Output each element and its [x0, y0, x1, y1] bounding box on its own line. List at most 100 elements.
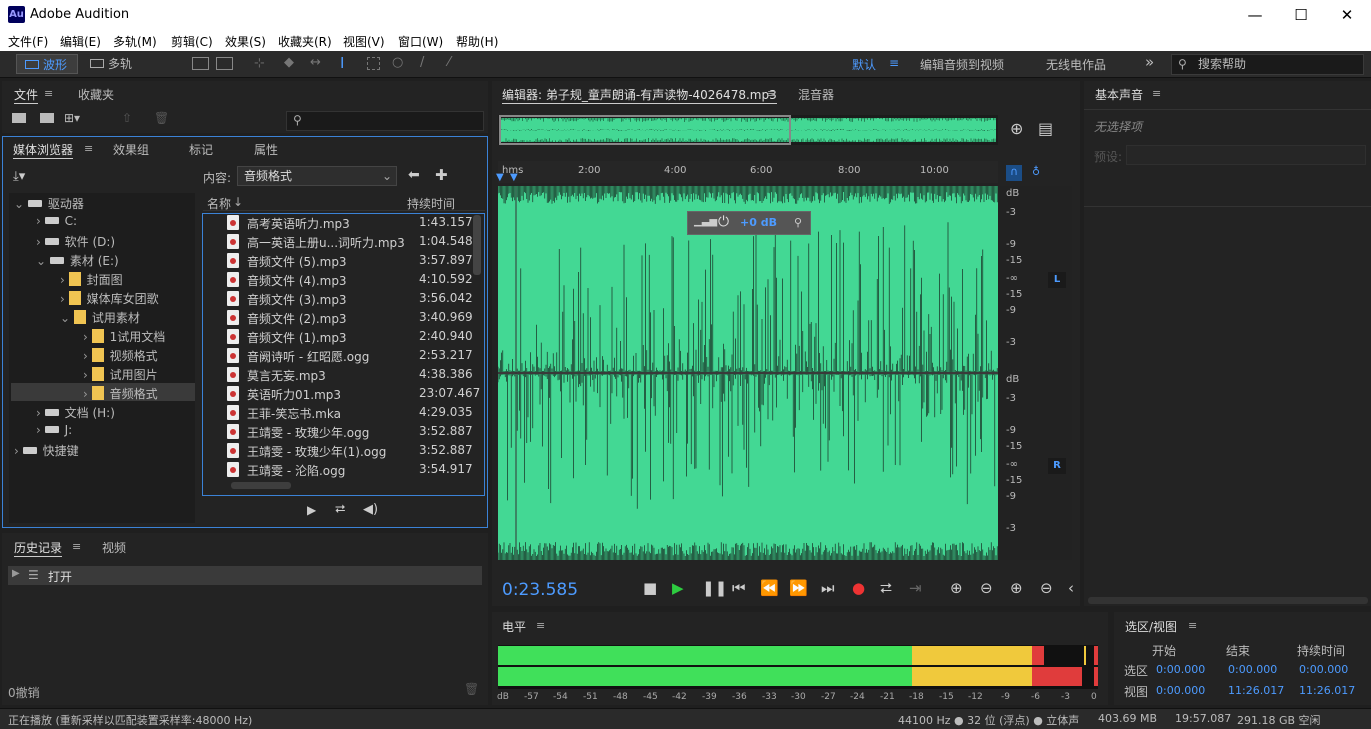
minimize-button[interactable]: — [1232, 0, 1278, 31]
file-row[interactable]: 王靖雯 - 沦陷.ogg 3:54.917 [203, 460, 473, 479]
insert-icon[interactable]: ⇧ [122, 111, 132, 125]
time-ruler[interactable]: hms 2:00 4:00 6:00 8:00 10:00 [498, 161, 998, 183]
file-row[interactable]: 莫言无妄.mp3 4:38.386 [203, 365, 473, 384]
import-file-icon[interactable] [40, 113, 54, 123]
tab-files[interactable]: 文件 [14, 86, 39, 104]
zoom-in-time-icon[interactable]: ⊕ [1010, 579, 1023, 597]
file-row[interactable]: 音频文件 (4).mp3 4:10.592 [203, 270, 473, 289]
workspace-default[interactable]: 默认 [852, 56, 876, 73]
tab-favorites[interactable]: 收藏夹 [78, 86, 114, 103]
essential-sound-menu-icon[interactable]: ≡ [1152, 87, 1161, 100]
channel-left-toggle[interactable]: L [1048, 272, 1066, 288]
move-tool-icon[interactable]: ⊹ [254, 56, 265, 71]
lasso-tool-icon[interactable]: ○ [392, 55, 403, 70]
tree-item-docs[interactable]: › 1试用文档 [83, 328, 165, 345]
tab-history[interactable]: 历史记录 [14, 539, 63, 557]
go-to-start-button[interactable]: ⏮ [732, 579, 746, 597]
back-arrow-icon[interactable]: ⬅ [408, 167, 420, 183]
content-dropdown[interactable]: 音频格式 ⌄ [237, 166, 397, 186]
tree-item-j[interactable]: › J: [36, 423, 72, 437]
tree-item-c[interactable]: › C: [36, 214, 77, 228]
close-button[interactable]: ✕ [1324, 0, 1370, 31]
record-button[interactable]: ● [852, 579, 865, 597]
selection-end-value[interactable]: 0:00.000 [1228, 663, 1277, 676]
current-time-display[interactable]: 0:23.585 [502, 580, 578, 600]
overview-layout-icon[interactable]: ▤ [1038, 119, 1053, 138]
tree-item-shortcuts[interactable]: › 快捷键 [14, 442, 79, 459]
tab-video[interactable]: 视频 [102, 539, 126, 556]
file-row[interactable]: 音频文件 (3).mp3 3:56.042 [203, 289, 473, 308]
tree-item-trial[interactable]: ⌄ 试用素材 [60, 309, 140, 326]
tab-mixer[interactable]: 混音器 [798, 86, 834, 103]
razor-tool-icon[interactable]: ◆ [284, 55, 294, 70]
file-row[interactable]: 王靖雯 - 玫瑰少年(1).ogg 3:52.887 [203, 441, 473, 460]
tree-item-cover[interactable]: › 封面图 [60, 271, 123, 288]
menu-effects[interactable]: 效果(S) [225, 33, 266, 50]
selection-duration-value[interactable]: 0:00.000 [1299, 663, 1348, 676]
preset-dropdown[interactable] [1126, 145, 1366, 165]
panel-scrollbar[interactable] [1088, 597, 1368, 604]
selection-start-value[interactable]: 0:00.000 [1156, 663, 1205, 676]
time-selection-tool-icon[interactable]: I [340, 54, 344, 72]
selection-menu-icon[interactable]: ≡ [1188, 619, 1197, 632]
playhead-marker-icon[interactable]: ▼ [496, 172, 504, 183]
slip-tool-icon[interactable]: ↔ [310, 55, 321, 70]
menu-view[interactable]: 视图(V) [343, 33, 385, 50]
add-shortcut-icon[interactable]: ✚ [435, 166, 448, 184]
tree-item-d[interactable]: › 软件 (D:) [36, 233, 115, 250]
view-start-value[interactable]: 0:00.000 [1156, 684, 1205, 697]
file-row[interactable]: 音频文件 (2).mp3 3:40.969 [203, 308, 473, 327]
channel-right-toggle[interactable]: R [1048, 458, 1066, 474]
spectral-display-icon[interactable] [192, 57, 209, 70]
tree-item-audio[interactable]: › 音频格式 [83, 385, 158, 402]
file-row[interactable]: 音频文件 (5).mp3 3:57.897 [203, 251, 473, 270]
tree-item-drives[interactable]: ⌄ 驱动器 [14, 195, 84, 212]
menu-edit[interactable]: 编辑(E) [60, 33, 101, 50]
file-row[interactable]: 高一英语上册u...词听力.mp3 1:04.548 [203, 232, 473, 251]
menu-window[interactable]: 窗口(W) [398, 33, 443, 50]
file-row[interactable]: 王菲-笑忘书.mka 4:29.035 [203, 403, 473, 422]
file-row[interactable]: 音阙诗听 - 红昭愿.ogg 2:53.217 [203, 346, 473, 365]
spot-healing-tool-icon[interactable]: ⁄ [448, 55, 450, 70]
pin-marker-icon[interactable]: ♁ [1028, 165, 1044, 181]
zoom-in-amplitude-icon[interactable]: ⊕ [950, 579, 963, 597]
pitch-display-icon[interactable] [216, 57, 233, 70]
tree-item-e[interactable]: ⌄ 素材 (E:) [36, 252, 119, 269]
zoom-to-selection-icon[interactable]: ⊕ [1010, 119, 1023, 138]
column-duration[interactable]: 持续时间 [407, 195, 455, 212]
rewind-button[interactable]: ⏪ [760, 579, 779, 597]
file-row[interactable]: 高考英语听力.mp3 1:43.157 [203, 213, 473, 232]
zoom-full-icon[interactable]: ‹ [1068, 579, 1074, 597]
file-list-scrollbar[interactable] [473, 215, 481, 275]
more-workspaces-button[interactable]: » [1145, 53, 1154, 71]
tree-item-images[interactable]: › 试用图片 [83, 366, 158, 383]
file-row[interactable]: 英语听力01.mp3 23:07.467 [203, 384, 480, 403]
fast-forward-button[interactable]: ⏩ [789, 579, 808, 597]
pin-hud-icon[interactable]: ⚲ [794, 216, 802, 229]
view-end-value[interactable]: 11:26.017 [1228, 684, 1284, 697]
editor-menu-icon[interactable]: ≡ [767, 87, 776, 100]
menu-clip[interactable]: 剪辑(C) [171, 33, 213, 50]
files-search-input[interactable]: ⚲ [286, 111, 484, 131]
tree-item-video[interactable]: › 视频格式 [83, 347, 158, 364]
tab-effects-rack[interactable]: 效果组 [113, 141, 149, 158]
files-panel-menu-icon[interactable]: ≡ [44, 87, 53, 100]
open-file-icon[interactable] [12, 113, 26, 123]
hud-gain-control[interactable]: ▁▃▅ ⏻ +0 dB ⚲ [687, 211, 811, 235]
waveform-display[interactable] [498, 186, 998, 560]
skip-selection-button[interactable]: ⇥ [909, 579, 922, 597]
zoom-out-amplitude-icon[interactable]: ⊖ [980, 579, 993, 597]
file-row[interactable]: 音频文件 (1).mp3 2:40.940 [203, 327, 473, 346]
levels-menu-icon[interactable]: ≡ [536, 619, 545, 632]
pause-button[interactable]: ❚❚ [702, 579, 727, 597]
file-list-hscrollbar[interactable] [231, 482, 291, 489]
tab-markers[interactable]: 标记 [189, 141, 213, 158]
file-row[interactable]: 王靖雯 - 玫瑰少年.ogg 3:52.887 [203, 422, 473, 441]
history-item[interactable]: ▶ ☰ 打开 [8, 566, 482, 585]
play-preview-icon[interactable]: ▶ [307, 503, 316, 517]
menu-file[interactable]: 文件(F) [8, 33, 48, 50]
play-button[interactable]: ▶ [672, 579, 684, 597]
stop-button[interactable]: ■ [643, 579, 657, 597]
view-duration-value[interactable]: 11:26.017 [1299, 684, 1355, 697]
tab-editor[interactable]: 编辑器: 弟子规_童声朗诵-有声读物-4026478.mp3 [502, 86, 777, 104]
